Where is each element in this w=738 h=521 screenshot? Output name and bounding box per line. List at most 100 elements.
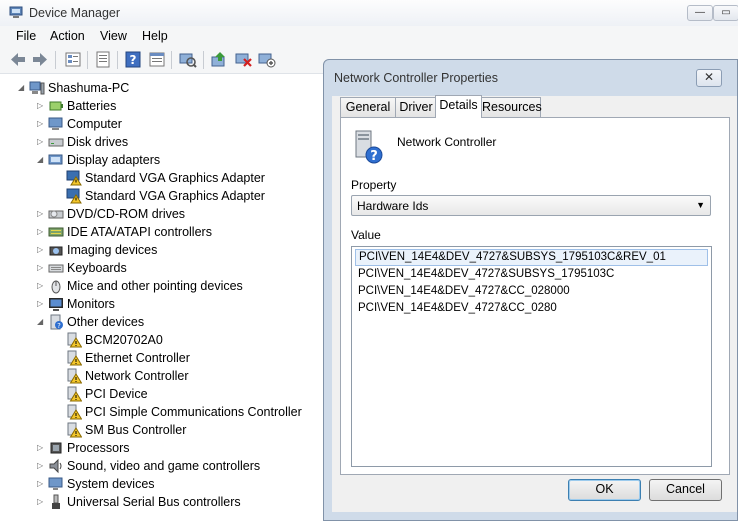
tree-root-label: Shashuma-PC	[48, 81, 130, 95]
tree-device-item[interactable]: Standard VGA Graphics Adapter	[55, 187, 320, 205]
properties-icon[interactable]	[94, 51, 112, 68]
collapsed-arrow-icon[interactable]: ▷	[37, 245, 46, 254]
scan-hardware-icon[interactable]	[179, 51, 197, 68]
menu-bar: File Action View Help	[0, 26, 738, 46]
tree-item-label: Other devices	[67, 315, 145, 329]
dialog-close-button[interactable]: ✕	[696, 69, 722, 87]
tree-item-label: Universal Serial Bus controllers	[67, 495, 241, 509]
collapsed-arrow-icon[interactable]: ▷	[37, 137, 46, 146]
value-row[interactable]: PCI\VEN_14E4&DEV_4727&CC_0280	[355, 300, 708, 317]
tree-category-item[interactable]: ▷ Monitors	[37, 295, 320, 313]
ok-button[interactable]: OK	[568, 479, 641, 501]
collapsed-arrow-icon[interactable]: ▷	[37, 119, 46, 128]
tab-details[interactable]: Details	[435, 95, 482, 118]
tab-general[interactable]: General	[340, 97, 396, 117]
expanded-arrow-icon[interactable]: ◢	[18, 83, 27, 92]
minimize-button[interactable]: —	[687, 5, 713, 21]
value-list[interactable]: PCI\VEN_14E4&DEV_4727&SUBSYS_1795103C&RE…	[351, 246, 712, 467]
collapsed-arrow-icon[interactable]: ▷	[37, 227, 46, 236]
tree-item-label: Batteries	[67, 99, 117, 113]
tree-category-item[interactable]: ▷ Keyboards	[37, 259, 320, 277]
warning-device-icon	[67, 368, 82, 384]
tree-item-label: IDE ATA/ATAPI controllers	[67, 225, 212, 239]
network-controller-warning-icon: ?	[355, 130, 383, 164]
expanded-arrow-icon[interactable]: ◢	[37, 155, 46, 164]
expanded-arrow-icon[interactable]: ◢	[37, 317, 46, 326]
tree-category-item[interactable]: ▷ Processors	[37, 439, 320, 457]
svg-text:?: ?	[130, 53, 137, 67]
tree-item-label: Monitors	[67, 297, 115, 311]
tree-category-item[interactable]: ◢? Other devices	[37, 313, 320, 331]
tree-item-label: DVD/CD-ROM drives	[67, 207, 186, 221]
tree-device-item[interactable]: BCM20702A0	[55, 331, 320, 349]
disk-drive-icon	[48, 138, 64, 147]
title-bar: Device Manager — ▭	[0, 0, 738, 26]
tree-view-icon[interactable]	[64, 51, 82, 68]
tree-device-item[interactable]: PCI Device	[55, 385, 320, 403]
tree-device-item[interactable]: Ethernet Controller	[55, 349, 320, 367]
help-icon[interactable]: ?	[124, 51, 142, 68]
tab-driver[interactable]: Driver	[395, 97, 437, 117]
tab-resources[interactable]: Resources	[481, 97, 542, 117]
tree-category-item[interactable]: ▷ Imaging devices	[37, 241, 320, 259]
show-hidden-icon[interactable]	[148, 51, 166, 68]
collapsed-arrow-icon[interactable]: ▷	[37, 497, 46, 506]
tree-device-item[interactable]: Standard VGA Graphics Adapter	[55, 169, 320, 187]
tree-item-label: Computer	[67, 117, 122, 131]
menu-view[interactable]: View	[100, 29, 127, 43]
display-adapter-icon	[48, 154, 63, 165]
back-arrow-icon[interactable]	[9, 51, 27, 68]
tree-item-label: System devices	[67, 477, 155, 491]
disable-device-icon[interactable]	[258, 51, 276, 68]
cancel-button[interactable]: Cancel	[649, 479, 722, 501]
collapsed-arrow-icon[interactable]: ▷	[37, 209, 46, 218]
forward-arrow-icon[interactable]	[31, 51, 49, 68]
warning-display-icon	[66, 170, 82, 186]
value-row[interactable]: PCI\VEN_14E4&DEV_4727&CC_028000	[355, 283, 708, 300]
tree-category-item[interactable]: ▷ Batteries	[37, 97, 320, 115]
dialog-body: General Driver Details Resources ? Netwo…	[332, 95, 737, 512]
tree-category-item[interactable]: ▷ Disk drives	[37, 133, 320, 151]
tree-device-item[interactable]: PCI Simple Communications Controller	[55, 403, 320, 421]
collapsed-arrow-icon[interactable]: ▷	[37, 479, 46, 488]
tree-device-item[interactable]: Network Controller	[55, 367, 320, 385]
warning-display-icon	[66, 188, 82, 204]
collapsed-arrow-icon[interactable]: ▷	[37, 263, 46, 272]
property-dropdown[interactable]: Hardware Ids ▼	[351, 195, 711, 216]
processor-icon	[50, 442, 62, 454]
system-device-icon	[48, 477, 63, 490]
tree-device-item[interactable]: SM Bus Controller	[55, 421, 320, 439]
collapsed-arrow-icon[interactable]: ▷	[37, 299, 46, 308]
collapsed-arrow-icon[interactable]: ▷	[37, 101, 46, 110]
update-driver-icon[interactable]	[211, 51, 229, 68]
tree-category-item[interactable]: ▷ Universal Serial Bus controllers	[37, 493, 320, 511]
uninstall-icon[interactable]	[235, 51, 253, 68]
menu-action[interactable]: Action	[50, 29, 85, 43]
property-label: Property	[351, 178, 397, 192]
tree-category-item[interactable]: ▷ DVD/CD-ROM drives	[37, 205, 320, 223]
tree-root[interactable]: ◢ Shashuma-PC	[18, 79, 318, 97]
mouse-icon	[51, 280, 61, 294]
warning-device-icon	[67, 422, 82, 438]
menu-file[interactable]: File	[16, 29, 36, 43]
tree-category-item[interactable]: ▷ Computer	[37, 115, 320, 133]
value-row[interactable]: PCI\VEN_14E4&DEV_4727&SUBSYS_1795103C&RE…	[355, 249, 708, 266]
tree-category-item[interactable]: ▷ Sound, video and game controllers	[37, 457, 320, 475]
maximize-button[interactable]: ▭	[713, 5, 738, 21]
keyboard-icon	[48, 264, 64, 273]
value-label: Value	[351, 228, 381, 242]
menu-help[interactable]: Help	[142, 29, 168, 43]
tree-category-item[interactable]: ▷ Mice and other pointing devices	[37, 277, 320, 295]
tree-category-item[interactable]: ◢ Display adapters	[37, 151, 320, 169]
value-row[interactable]: PCI\VEN_14E4&DEV_4727&SUBSYS_1795103C	[355, 266, 708, 283]
tree-item-label: Keyboards	[67, 261, 127, 275]
collapsed-arrow-icon[interactable]: ▷	[37, 443, 46, 452]
collapsed-arrow-icon[interactable]: ▷	[37, 461, 46, 470]
computer-icon	[48, 117, 63, 130]
device-name: Network Controller	[397, 135, 497, 149]
tree-item-label: Ethernet Controller	[85, 351, 190, 365]
warning-device-icon	[67, 350, 82, 366]
tree-category-item[interactable]: ▷ IDE ATA/ATAPI controllers	[37, 223, 320, 241]
collapsed-arrow-icon[interactable]: ▷	[37, 281, 46, 290]
tree-category-item[interactable]: ▷ System devices	[37, 475, 320, 493]
